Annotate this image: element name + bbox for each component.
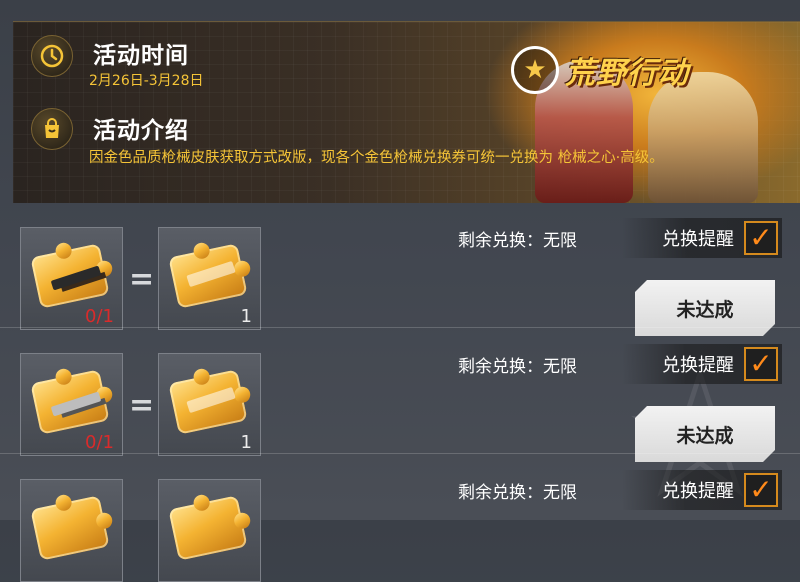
reward-slot[interactable]: 1 xyxy=(158,227,261,330)
checkbox-checked-icon[interactable]: ✓ xyxy=(744,221,778,255)
exchange-row: 0/1 = 1 剩余兑换：无限 兑换提醒 ✓ 未达成 xyxy=(0,202,800,327)
reward-count: 1 xyxy=(240,306,252,327)
exchange-reminder-toggle[interactable]: 兑换提醒 ✓ xyxy=(622,344,782,384)
game-logo: ★ 荒野行动 xyxy=(511,46,689,94)
exchange-reminder-toggle[interactable]: 兑换提醒 ✓ xyxy=(622,470,782,510)
reminder-label: 兑换提醒 xyxy=(662,229,734,250)
reminder-label: 兑换提醒 xyxy=(662,355,734,376)
banner-artwork: ★ 荒野行动 xyxy=(483,22,800,203)
gun-heart-coupon-icon xyxy=(168,495,248,561)
equals-sign: = xyxy=(129,388,155,423)
owned-count: 0/1 xyxy=(85,432,114,453)
activity-banner: ★ 荒野行动 活动时间 2月26日-3月28日 活动介绍 因金色品质枪械皮肤获取… xyxy=(13,21,800,203)
checkbox-checked-icon[interactable]: ✓ xyxy=(744,473,778,507)
reward-slot[interactable] xyxy=(158,479,261,582)
shopping-bag-icon xyxy=(31,108,73,150)
reward-count: 1 xyxy=(240,432,252,453)
remaining-exchanges: 剩余兑换：无限 xyxy=(458,357,577,377)
activity-date: 2月26日-3月28日 xyxy=(89,73,204,89)
remaining-exchanges: 剩余兑换：无限 xyxy=(458,483,577,503)
source-coupon-slot[interactable]: 0/1 xyxy=(20,353,123,456)
clock-icon xyxy=(31,35,73,77)
reward-slot[interactable]: 1 xyxy=(158,353,261,456)
checkbox-checked-icon[interactable]: ✓ xyxy=(744,347,778,381)
equals-sign: = xyxy=(129,262,155,297)
activity-description: 因金色品质枪械皮肤获取方式改版，现各个金色枪械兑换券可统一兑换为 枪械之心·高级… xyxy=(89,150,664,166)
gold-coupon-icon xyxy=(30,495,110,561)
owned-count: 0/1 xyxy=(85,306,114,327)
activity-intro-title: 活动介绍 xyxy=(93,118,189,144)
source-coupon-slot[interactable]: 0/1 xyxy=(20,227,123,330)
row-divider xyxy=(0,327,800,328)
exchange-row: 剩余兑换：无限 兑换提醒 ✓ xyxy=(0,453,800,582)
row-divider xyxy=(0,453,800,454)
exchange-reminder-toggle[interactable]: 兑换提醒 ✓ xyxy=(622,218,782,258)
source-coupon-slot[interactable] xyxy=(20,479,123,582)
star-logo-icon: ★ xyxy=(511,46,559,94)
reminder-label: 兑换提醒 xyxy=(662,481,734,502)
exchange-row: 0/1 = 1 剩余兑换：无限 兑换提醒 ✓ 未达成 xyxy=(0,327,800,456)
remaining-exchanges: 剩余兑换：无限 xyxy=(458,231,577,251)
activity-time-title: 活动时间 xyxy=(93,43,189,69)
logo-text: 荒野行动 xyxy=(565,56,689,91)
